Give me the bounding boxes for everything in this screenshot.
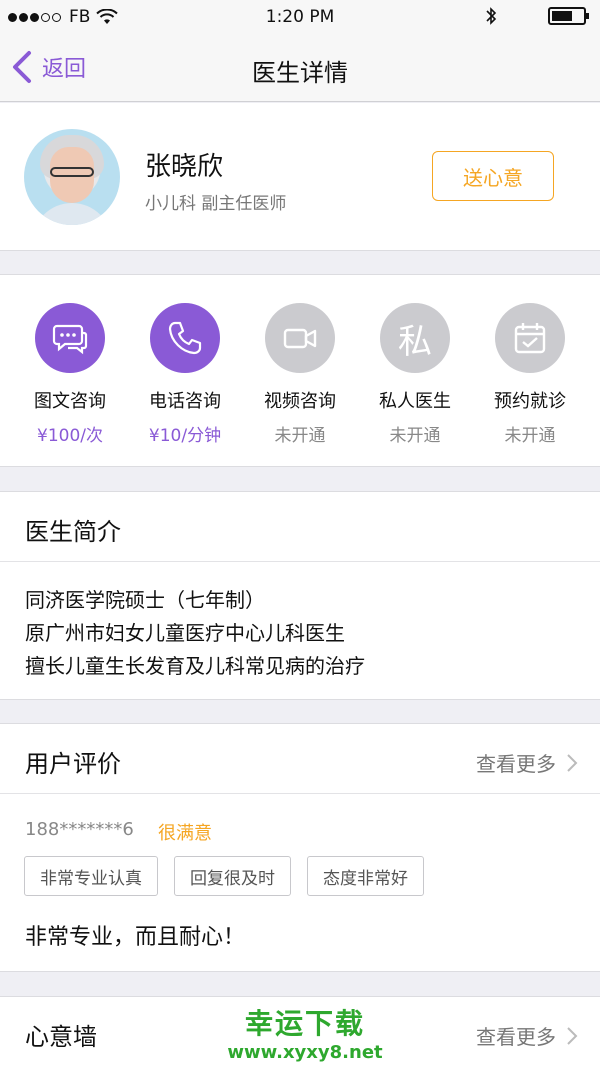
review-user: 188*******6 — [25, 819, 134, 840]
wall-more-link[interactable]: 查看更多 — [476, 1021, 578, 1050]
watermark-url: www.xyxy8.net — [227, 1042, 383, 1063]
user-reviews-section: 用户评价 查看更多 188*******6 很满意 非常专业认真 回复很及时 态… — [0, 723, 600, 972]
section-title: 用户评价 — [25, 750, 121, 778]
section-header: 用户评价 查看更多 — [0, 724, 600, 794]
phone-icon — [168, 321, 202, 355]
reviews-more-link[interactable]: 查看更多 — [476, 748, 578, 777]
section-title: 心意墙 — [25, 1023, 97, 1051]
more-label: 查看更多 — [476, 1025, 556, 1049]
intro-line: 擅长儿童生长发育及儿科常见病的治疗 — [25, 654, 365, 678]
send-gift-button[interactable]: 送心意 — [432, 151, 554, 201]
review-text: 非常专业，而且耐心！ — [25, 925, 246, 950]
service-price: 未开通 — [389, 426, 441, 446]
review-rating: 很满意 — [158, 823, 212, 844]
consultation-services: 图文咨询 ¥100/次 电话咨询 ¥10/分钟 视频咨询 未开通 私 私人医生 … — [0, 274, 600, 467]
section-header: 医生简介 — [0, 492, 600, 562]
doctor-department-title: 小儿科 副主任医师 — [145, 194, 287, 214]
service-label: 预约就诊 — [494, 391, 566, 412]
review-tags: 非常专业认真 回复很及时 态度非常好 — [24, 856, 440, 896]
watermark-main: 幸运下载 — [244, 1007, 365, 1040]
service-label: 私人医生 — [379, 391, 451, 412]
review-tag: 非常专业认真 — [24, 856, 158, 896]
service-label: 视频咨询 — [264, 391, 336, 412]
watermark: 幸运下载 www.xyxy8.net — [210, 1002, 400, 1063]
service-text-consult[interactable]: 图文咨询 ¥100/次 — [15, 303, 125, 446]
battery-icon — [548, 7, 589, 25]
service-price: ¥100/次 — [37, 426, 103, 446]
doctor-profile-card: 张晓欣 小儿科 副主任医师 送心意 — [0, 103, 600, 251]
service-private-doctor[interactable]: 私 私人医生 未开通 — [360, 303, 470, 446]
intro-line: 同济医学院硕士（七年制） — [25, 588, 265, 612]
intro-line: 原广州市妇女儿童医疗中心儿科医生 — [25, 621, 345, 645]
video-camera-icon — [283, 328, 317, 349]
service-price: 未开通 — [274, 426, 326, 446]
service-video-consult[interactable]: 视频咨询 未开通 — [245, 303, 355, 446]
intro-text: 同济医学院硕士（七年制） 原广州市妇女儿童医疗中心儿科医生 擅长儿童生长发育及儿… — [25, 584, 365, 683]
service-label: 电话咨询 — [149, 391, 221, 412]
service-label: 图文咨询 — [34, 391, 106, 412]
review-tag: 回复很及时 — [174, 856, 291, 896]
chevron-right-icon — [567, 1026, 578, 1045]
status-bar: FB 1:20 PM — [0, 0, 600, 36]
section-title: 医生简介 — [25, 518, 121, 546]
service-price: 未开通 — [504, 426, 556, 446]
private-doctor-icon: 私 — [398, 321, 432, 362]
service-phone-consult[interactable]: 电话咨询 ¥10/分钟 — [130, 303, 240, 446]
page-title: 医生详情 — [252, 59, 348, 87]
service-price: ¥10/分钟 — [148, 426, 222, 446]
navigation-bar: 返回 医生详情 — [0, 36, 600, 102]
calendar-check-icon — [514, 323, 546, 354]
chevron-right-icon — [567, 753, 578, 772]
doctor-avatar — [24, 129, 120, 225]
review-tag: 态度非常好 — [307, 856, 424, 896]
more-label: 查看更多 — [476, 752, 556, 776]
service-appointment[interactable]: 预约就诊 未开通 — [475, 303, 585, 446]
bluetooth-icon — [486, 7, 497, 25]
chat-bubbles-icon — [52, 324, 88, 355]
doctor-name: 张晓欣 — [145, 152, 224, 182]
doctor-intro-section: 医生简介 同济医学院硕士（七年制） 原广州市妇女儿童医疗中心儿科医生 擅长儿童生… — [0, 491, 600, 700]
